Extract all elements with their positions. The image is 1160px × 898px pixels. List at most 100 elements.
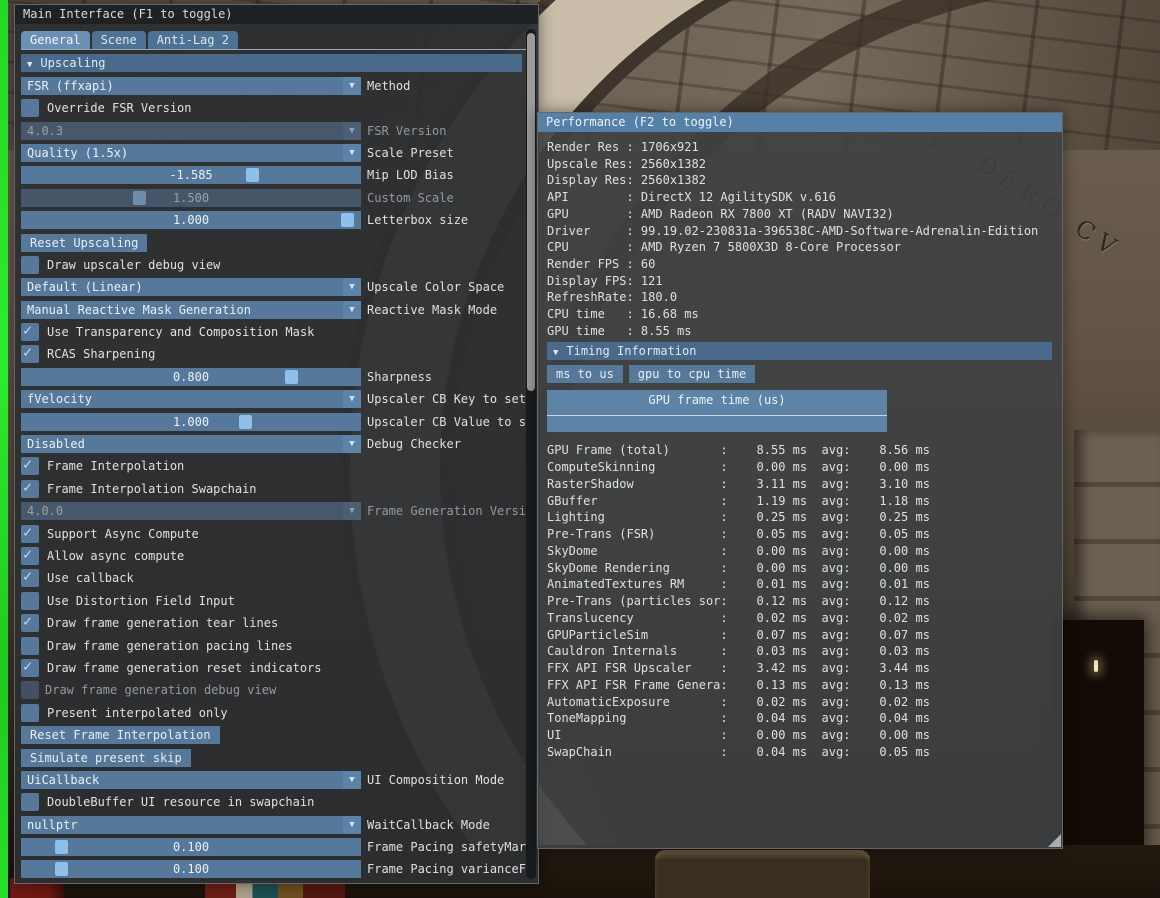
performance-window-titlebar[interactable]: Performance (F2 to toggle) <box>538 113 1062 132</box>
slider-value: 0.100 <box>173 862 209 876</box>
combo-scale-preset[interactable]: Quality (1.5x)▼ <box>21 144 361 162</box>
chevron-down-icon: ▼ <box>343 122 361 140</box>
resize-grip[interactable] <box>1048 834 1061 847</box>
slider-grab[interactable] <box>341 213 354 227</box>
info-value: 121 <box>641 274 663 288</box>
info-value: 2560x1382 <box>641 173 706 187</box>
combo-value: UiCallback <box>21 771 343 789</box>
timing-avg-label: avg: <box>822 460 851 474</box>
timing-value: 0.02 <box>728 610 786 627</box>
timing-row-ffx-api-fsr-upscaler: FFX API FSR Upscaler:3.42 msavg:3.44 ms <box>547 660 1062 677</box>
slider-grab[interactable] <box>55 840 68 854</box>
reset-upscaling-button[interactable]: Reset Upscaling <box>21 234 147 252</box>
combo-value: nullptr <box>21 816 343 834</box>
scrollbar-thumb[interactable] <box>527 33 535 391</box>
slider-upscaler-cb-value-to-se[interactable]: 1.000 <box>21 413 361 431</box>
checkbox-rcas-sharpening[interactable]: ✓ <box>21 345 39 363</box>
info-label: Render FPS <box>547 256 626 273</box>
simulate-present-skip-button[interactable]: Simulate present skip <box>21 749 191 767</box>
checkbox-override-fsr-version[interactable] <box>21 99 39 117</box>
tab-anti-lag-2[interactable]: Anti-Lag 2 <box>148 31 238 49</box>
timing-row-ffx-api-fsr-frame-genera: FFX API FSR Frame Genera:0.13 msavg:0.13… <box>547 677 1062 694</box>
combo-value: 4.0.3 <box>21 122 343 140</box>
slider-letterbox-size[interactable]: 1.000 <box>21 211 361 229</box>
checkbox-use-distortion-field-input[interactable] <box>21 592 39 610</box>
timing-avg-value: 0.00 <box>850 459 908 476</box>
row-method: FSR (ffxapi)▼Method <box>21 77 538 95</box>
timing-row-cauldron-internals: Cauldron Internals:0.03 msavg:0.03 ms <box>547 643 1062 660</box>
combo-label: Scale Preset <box>367 146 454 160</box>
slider-sharpness[interactable]: 0.800 <box>21 368 361 386</box>
timing-avg-label: avg: <box>822 494 851 508</box>
row-upscaler-cb-key-to-set: fVelocity▼Upscaler CB Key to set <box>21 390 538 408</box>
gpu-to-cpu-time-button[interactable]: gpu to cpu time <box>629 365 755 383</box>
tab-general[interactable]: General <box>21 31 90 49</box>
chevron-down-icon: ▼ <box>343 77 361 95</box>
checkbox-label: Present interpolated only <box>47 706 228 720</box>
row-reactive-mask-mode: Manual Reactive Mask Generation▼Reactive… <box>21 301 538 319</box>
system-info-list: Render Res: 1706x921Upscale Res: 2560x13… <box>547 139 1062 339</box>
checkbox-draw-upscaler-debug-view[interactable] <box>21 256 39 274</box>
timing-name: ComputeSkinning <box>547 459 720 476</box>
row-frame-generation-versio: 4.0.0▼ Frame Generation Versio <box>21 502 538 520</box>
reset-frame-interpolation-button[interactable]: Reset Frame Interpolation <box>21 726 220 744</box>
timing-information-header[interactable]: ▼Timing Information <box>547 342 1052 360</box>
checkbox-allow-async-compute[interactable]: ✓ <box>21 547 39 565</box>
section-header-upscaling[interactable]: ▼Upscaling <box>21 54 522 72</box>
combo-waitcallback-mode[interactable]: nullptr▼ <box>21 816 361 834</box>
combo-reactive-mask-mode[interactable]: Manual Reactive Mask Generation▼ <box>21 301 361 319</box>
checkbox-support-async-compute[interactable]: ✓ <box>21 525 39 543</box>
info-row-cpu: CPU: AMD Ryzen 7 5800X3D 8-Core Processo… <box>547 239 1062 256</box>
checkbox-draw-frame-generation-tear-lines[interactable]: ✓ <box>21 614 39 632</box>
slider-grab[interactable] <box>285 370 298 384</box>
timing-avg-value: 3.10 <box>850 476 908 493</box>
combo-debug-checker[interactable]: Disabled▼ <box>21 435 361 453</box>
slider-grab[interactable] <box>246 168 259 182</box>
checkbox-frame-interpolation[interactable]: ✓ <box>21 457 39 475</box>
checkbox-label: Allow async compute <box>47 549 184 563</box>
main-window-titlebar[interactable]: Main Interface (F1 to toggle) <box>15 5 538 24</box>
timing-avg-value: 0.03 <box>850 643 908 660</box>
checkbox-draw-frame-generation-pacing-lines[interactable] <box>21 637 39 655</box>
timing-name: UI <box>547 727 720 744</box>
timing-row-ui: UI:0.00 msavg:0.00 ms <box>547 727 1062 744</box>
timing-name: GBuffer <box>547 493 720 510</box>
combo-frame-generation-versio: 4.0.0▼ <box>21 502 361 520</box>
tab-underline <box>21 49 532 50</box>
main-interface-window: Main Interface (F1 to toggle) GeneralSce… <box>14 4 539 884</box>
slider-grab <box>133 191 146 205</box>
combo-method[interactable]: FSR (ffxapi)▼ <box>21 77 361 95</box>
timing-avg-label: avg: <box>822 728 851 742</box>
checkbox-frame-interpolation-swapchain[interactable]: ✓ <box>21 480 39 498</box>
checkbox-use-callback[interactable]: ✓ <box>21 569 39 587</box>
main-scrollbar[interactable] <box>526 29 536 879</box>
checkbox-doublebuffer-ui-resource-in-swapch[interactable] <box>21 793 39 811</box>
timing-row-skydome-rendering: SkyDome Rendering:0.00 msavg:0.00 ms <box>547 560 1062 577</box>
ms-to-us-button[interactable]: ms to us <box>547 365 623 383</box>
slider-grab[interactable] <box>239 415 252 429</box>
timing-row-pre-trans-particles-sor: Pre-Trans (particles sor:0.12 msavg:0.12… <box>547 593 1062 610</box>
combo-ui-composition-mode[interactable]: UiCallback▼ <box>21 771 361 789</box>
combo-label: Frame Generation Versio <box>367 504 533 518</box>
combo-value: FSR (ffxapi) <box>21 77 343 95</box>
combo-upscaler-cb-key-to-set[interactable]: fVelocity▼ <box>21 390 361 408</box>
row-frame-interpolation: ✓Frame Interpolation <box>21 457 538 475</box>
chevron-down-icon: ▼ <box>343 771 361 789</box>
slider-frame-pacing-variancefa[interactable]: 0.100 <box>21 860 361 878</box>
slider-grab[interactable] <box>55 862 68 876</box>
slider-frame-pacing-safetymarg[interactable]: 0.100 <box>21 838 361 856</box>
checkbox-use-transparency-and-composition-m[interactable]: ✓ <box>21 323 39 341</box>
info-value: 60 <box>641 257 655 271</box>
slider-mip-lod-bias[interactable]: -1.585 <box>21 166 361 184</box>
checkbox-present-interpolated-only[interactable] <box>21 704 39 722</box>
timing-avg-value: 0.04 <box>850 710 908 727</box>
combo-upscale-color-space[interactable]: Default (Linear)▼ <box>21 278 361 296</box>
info-label: Display Res <box>547 172 626 189</box>
tab-scene[interactable]: Scene <box>92 31 146 49</box>
checkbox-draw-frame-generation-reset-indica[interactable]: ✓ <box>21 659 39 677</box>
checkbox-label: Use Transparency and Composition Mask <box>47 325 314 339</box>
chevron-down-icon: ▼ <box>343 278 361 296</box>
combo-label: FSR Version <box>367 124 446 138</box>
timing-value: 0.25 <box>728 509 786 526</box>
info-label: API <box>547 189 626 206</box>
